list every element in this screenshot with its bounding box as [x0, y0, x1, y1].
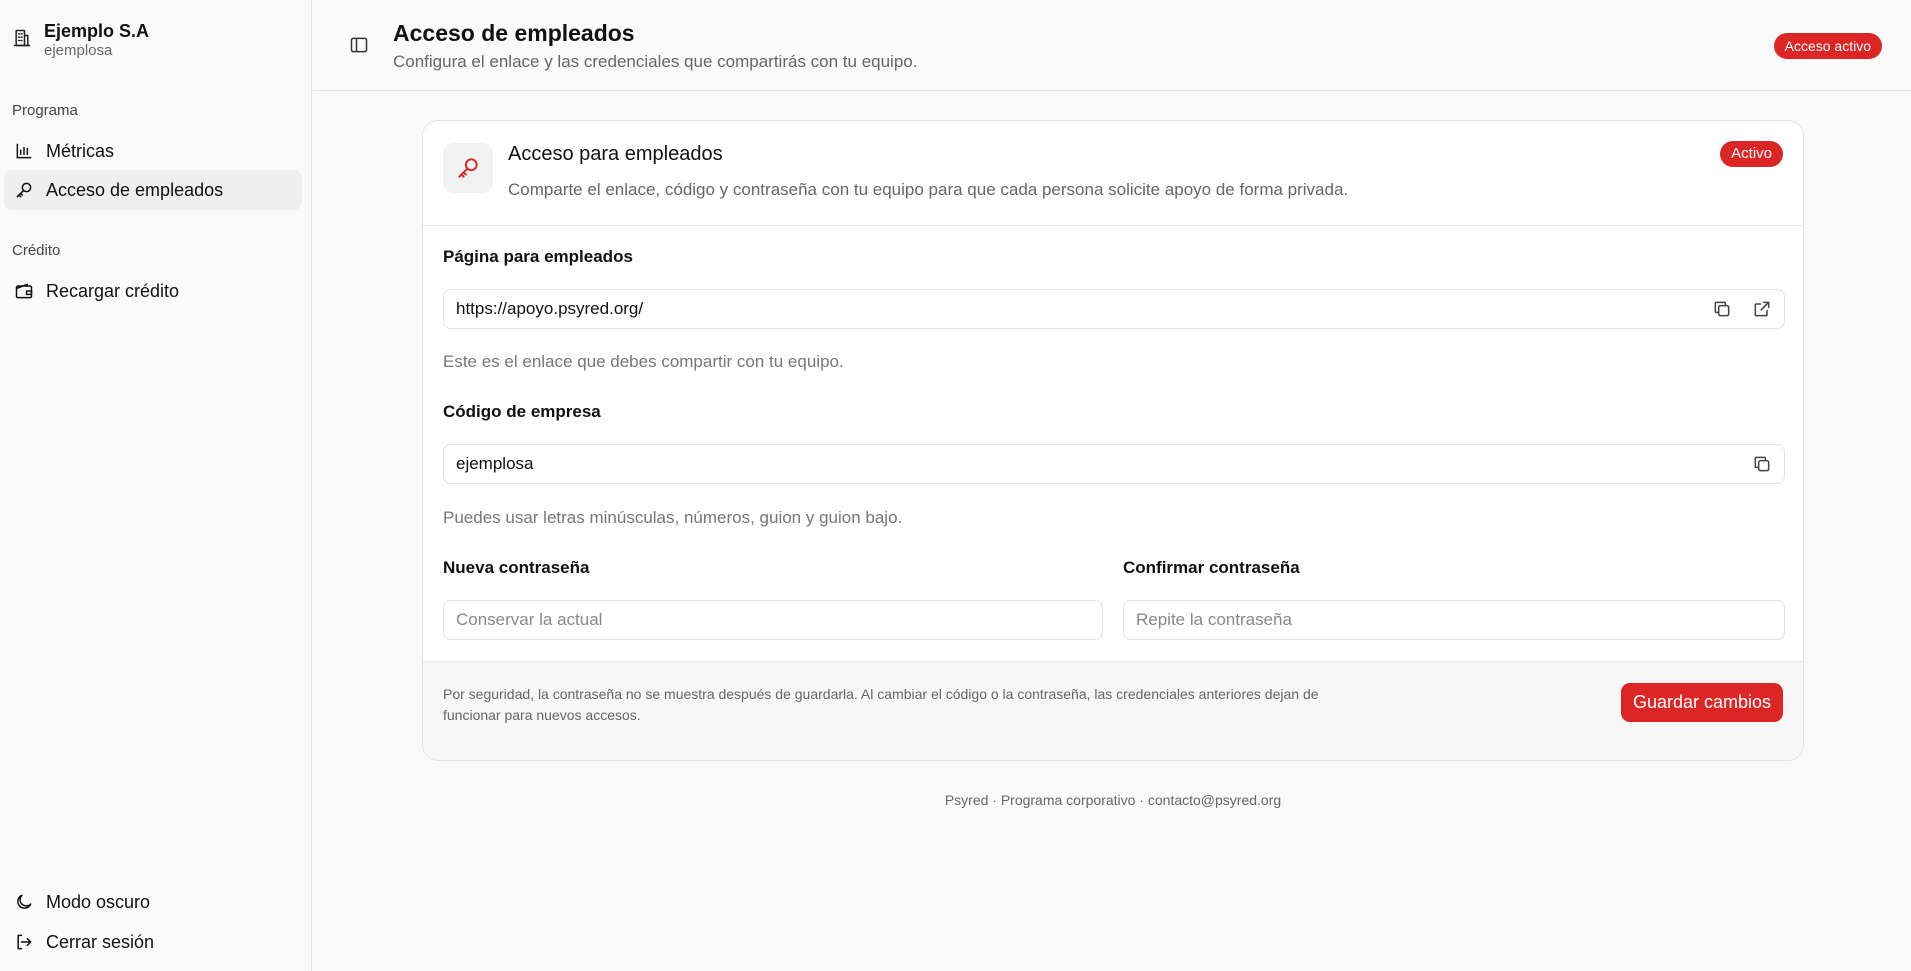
page-url-label: Página para empleados: [443, 247, 633, 266]
employee-access-card: Acceso para empleados Comparte el enlace…: [422, 120, 1804, 761]
org-switcher[interactable]: Ejemplo S.A ejemplosa: [12, 20, 149, 60]
new-password-placeholder: Conservar la actual: [456, 610, 603, 629]
section-label-credit: Crédito: [12, 242, 61, 259]
page-url-field[interactable]: https://apoyo.psyred.org/: [443, 289, 1785, 329]
copy-icon[interactable]: [1752, 454, 1772, 474]
status-badge: Acceso activo: [1773, 33, 1882, 59]
wallet-icon: [15, 283, 33, 299]
sidebar-item-recharge-credit[interactable]: Recargar crédito: [4, 271, 302, 311]
section-label-program: Programa: [12, 102, 78, 119]
company-code-field[interactable]: ejemplosa: [443, 444, 1785, 484]
new-password-input[interactable]: Conservar la actual: [443, 600, 1103, 640]
card-header: Acceso para empleados Comparte el enlace…: [423, 121, 1803, 226]
save-button[interactable]: Guardar cambios: [1620, 683, 1783, 722]
card-footer: Por seguridad, la contraseña no se muest…: [423, 661, 1803, 760]
key-icon: [16, 182, 32, 198]
org-slug: ejemplosa: [44, 42, 113, 59]
security-note: Por seguridad, la contraseña no se muest…: [443, 686, 1319, 723]
logout-icon: [17, 934, 32, 950]
sidebar-item-label: Recargar crédito: [46, 280, 180, 301]
sidebar-item-label: Modo oscuro: [46, 891, 151, 912]
copy-icon[interactable]: [1712, 299, 1732, 319]
org-name: Ejemplo S.A: [44, 21, 150, 41]
company-code-label: Código de empresa: [443, 402, 601, 421]
key-icon: [458, 158, 478, 178]
page-header: Acceso de empleados Configura el enlace …: [313, 0, 1911, 91]
card-status-badge: Activo: [1720, 141, 1783, 167]
page-subtitle: Configura el enlace y las credenciales q…: [393, 52, 918, 71]
bar-chart-icon: [16, 143, 32, 159]
page-footer: Psyred · Programa corporativo · contacto…: [944, 792, 1282, 808]
page-url-hint: Este es el enlace que debes compartir co…: [443, 352, 844, 371]
confirm-password-input[interactable]: Repite la contraseña: [1123, 600, 1785, 640]
card-description: Comparte el enlace, código y contraseña …: [508, 180, 1349, 199]
new-password-label: Nueva contraseña: [443, 558, 590, 577]
company-code-value: ejemplosa: [456, 454, 534, 473]
sidebar-item-label: Métricas: [46, 140, 115, 161]
sidebar: Ejemplo S.A ejemplosa Programa Métricas …: [0, 0, 312, 971]
sidebar-item-label: Acceso de empleados: [46, 179, 224, 200]
page-title: Acceso de empleados: [393, 20, 635, 46]
sidebar-item-label: Cerrar sesión: [46, 931, 155, 952]
page-url-value: https://apoyo.psyred.org/: [456, 299, 644, 318]
dark-mode-toggle[interactable]: Modo oscuro: [4, 882, 302, 922]
company-code-hint: Puedes usar letras minúsculas, números, …: [443, 508, 903, 527]
confirm-password-label: Confirmar contraseña: [1123, 558, 1300, 577]
sidebar-item-metrics[interactable]: Métricas: [4, 131, 302, 171]
card-icon-box: [443, 143, 493, 193]
sidebar-item-employee-access[interactable]: Acceso de empleados: [4, 170, 302, 210]
moon-icon: [17, 894, 32, 909]
confirm-password-placeholder: Repite la contraseña: [1136, 610, 1292, 629]
logout-button[interactable]: Cerrar sesión: [4, 922, 302, 962]
external-link-icon[interactable]: [1752, 299, 1772, 319]
card-title: Acceso para empleados: [508, 143, 723, 165]
sidebar-toggle-icon[interactable]: [349, 35, 369, 55]
building-icon: [13, 29, 31, 47]
